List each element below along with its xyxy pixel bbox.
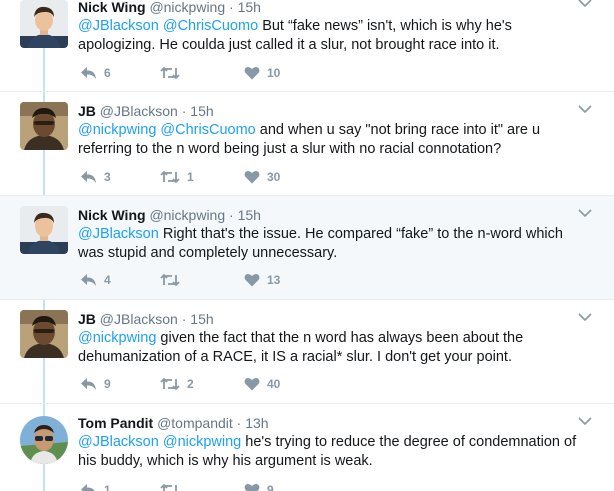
retweet-icon — [160, 377, 180, 391]
mention-link[interactable]: @nickpwing — [78, 122, 156, 138]
retweet-count: 1 — [187, 170, 194, 184]
reply-button[interactable]: 9 — [80, 374, 111, 394]
tweet-timestamp[interactable]: 15h — [190, 103, 213, 119]
reply-icon — [81, 274, 96, 286]
author-handle[interactable]: @nickpwing — [149, 0, 225, 15]
mention-link[interactable]: @ChrisCuomo — [160, 122, 255, 138]
separator-dot: · — [236, 415, 242, 431]
retweet-button[interactable] — [160, 270, 187, 290]
reply-button[interactable]: 1 — [80, 480, 111, 491]
author-handle[interactable]: @JBlackson — [100, 103, 178, 119]
tweet-text: @JBlackson @ChrisCuomo But “fake news” i… — [78, 17, 584, 55]
tweet-item[interactable]: JB @JBlackson · 15h @nickpwing @ChrisCuo… — [0, 92, 614, 196]
reply-icon — [81, 67, 96, 79]
retweet-count: 2 — [187, 377, 194, 391]
retweet-button[interactable]: 2 — [160, 374, 194, 394]
reply-icon — [81, 484, 95, 491]
chevron-down-icon[interactable] — [578, 208, 592, 218]
tweet-text: @nickpwing @ChrisCuomo and when u say "n… — [78, 121, 584, 159]
reply-button[interactable]: 4 — [80, 270, 111, 290]
separator-dot: · — [181, 103, 187, 119]
retweet-button[interactable]: 1 — [160, 167, 194, 187]
mention-link[interactable]: @JBlackson — [78, 18, 159, 34]
heart-icon — [244, 66, 260, 80]
author-name[interactable]: Tom Pandit — [78, 415, 153, 431]
chevron-down-icon[interactable] — [578, 312, 592, 322]
conversation-thread: Nick Wing @nickpwing · 15h @JBlackson @C… — [0, 0, 614, 491]
heart-icon — [244, 273, 260, 287]
avatar[interactable] — [20, 0, 68, 48]
tweet-text: @JBlackson Right that's the issue. He co… — [78, 225, 584, 263]
avatar[interactable] — [20, 102, 68, 150]
mention-link[interactable]: @nickpwing — [163, 434, 241, 450]
separator-dot: · — [181, 311, 187, 327]
reply-count: 6 — [104, 66, 111, 80]
avatar[interactable] — [20, 416, 68, 464]
author-handle[interactable]: @nickpwing — [149, 207, 225, 223]
tweet-timestamp[interactable]: 15h — [190, 311, 213, 327]
retweet-button[interactable] — [160, 63, 187, 83]
like-count: 13 — [267, 273, 281, 287]
chevron-down-icon[interactable] — [578, 416, 592, 426]
tweet-text: @JBlackson @nickpwing he's trying to red… — [78, 433, 584, 471]
author-name[interactable]: Nick Wing — [78, 207, 146, 223]
retweet-icon — [160, 66, 180, 80]
like-count: 9 — [267, 483, 274, 491]
author-name[interactable]: Nick Wing — [78, 0, 146, 15]
mention-link[interactable]: @ChrisCuomo — [163, 18, 258, 34]
tweet-item[interactable]: JB @JBlackson · 15h @nickpwing given the… — [0, 300, 614, 404]
separator-dot: · — [229, 207, 234, 223]
retweet-icon — [160, 273, 180, 287]
reply-icon — [81, 378, 96, 390]
separator-dot: · — [229, 0, 234, 15]
tweet-timestamp[interactable]: 15h — [238, 207, 261, 223]
retweet-button[interactable] — [160, 480, 187, 491]
like-count: 40 — [267, 377, 281, 391]
like-button[interactable]: 13 — [244, 270, 280, 290]
mention-link[interactable]: @JBlackson — [78, 226, 159, 242]
reply-count: 3 — [104, 170, 111, 184]
like-count: 30 — [267, 170, 281, 184]
reply-count: 9 — [104, 377, 111, 391]
tweet-timestamp[interactable]: 13h — [245, 415, 268, 431]
reply-button[interactable]: 3 — [80, 167, 111, 187]
avatar[interactable] — [20, 310, 68, 358]
heart-icon — [244, 483, 260, 491]
reply-icon — [81, 171, 96, 183]
author-name[interactable]: JB — [78, 311, 96, 327]
mention-link[interactable]: @nickpwing — [78, 330, 156, 346]
tweet-timestamp[interactable]: 15h — [238, 0, 261, 15]
like-button[interactable]: 40 — [244, 374, 280, 394]
author-handle[interactable]: @JBlackson — [100, 311, 178, 327]
tweet-item[interactable]: Nick Wing @nickpwing · 15h @JBlackson @C… — [0, 0, 614, 92]
retweet-icon — [160, 483, 177, 491]
reply-button[interactable]: 6 — [80, 63, 111, 83]
reply-count: 4 — [104, 273, 111, 287]
author-name[interactable]: JB — [78, 103, 96, 119]
retweet-icon — [160, 170, 180, 184]
like-count: 10 — [267, 66, 281, 80]
tweet-text: @nickpwing given the fact that the n wor… — [78, 329, 584, 367]
heart-icon — [244, 377, 260, 391]
avatar[interactable] — [20, 206, 68, 254]
heart-icon — [244, 170, 260, 184]
like-button[interactable]: 9 — [244, 480, 274, 491]
reply-count: 1 — [104, 483, 111, 491]
tweet-item[interactable]: Nick Wing @nickpwing · 15h @JBlackson Ri… — [0, 196, 614, 300]
mention-link[interactable]: @JBlackson — [78, 434, 159, 450]
author-handle[interactable]: @tompandit — [157, 415, 233, 431]
chevron-down-icon[interactable] — [578, 0, 592, 8]
like-button[interactable]: 30 — [244, 167, 280, 187]
like-button[interactable]: 10 — [244, 63, 280, 83]
tweet-item[interactable]: Tom Pandit @tompandit · 13h @JBlackson @… — [0, 404, 614, 491]
chevron-down-icon[interactable] — [578, 104, 592, 114]
